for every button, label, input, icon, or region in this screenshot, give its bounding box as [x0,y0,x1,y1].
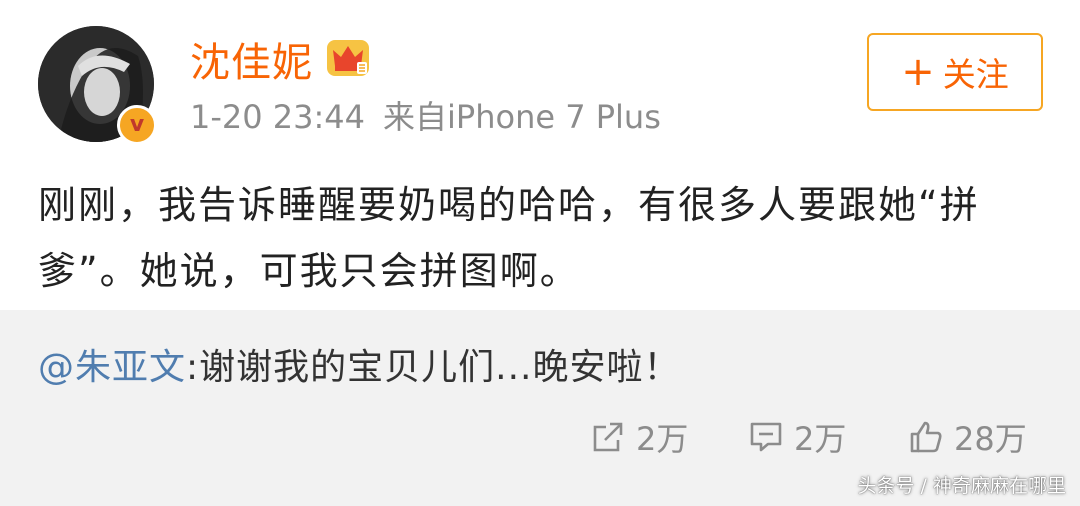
weibo-post: v 沈佳妮 1-20 23:44 来自iPhone 7 Plus + 关注 刚刚，… [0,0,1080,310]
crown-icon[interactable] [325,36,371,78]
follow-label: 关注 [942,55,1009,94]
repost-section[interactable]: @朱亚文:谢谢我的宝贝儿们...晚安啦！ 2万 2万 28万 头条号 / 神奇麻… [0,310,1080,506]
verified-badge: v [117,105,157,145]
forward-button[interactable]: 2万 [590,414,688,460]
post-source[interactable]: 来自iPhone 7 Plus [383,98,661,136]
forward-count: 2万 [636,420,689,458]
username[interactable]: 沈佳妮 [190,30,313,88]
repost-content: :谢谢我的宝贝儿们...晚安啦！ [186,347,681,388]
comment-button[interactable]: 2万 [748,414,846,460]
thumbs-up-icon [910,421,942,453]
post-time: 1-20 23:44 [190,98,366,136]
comment-count: 2万 [794,420,847,458]
forward-icon [593,422,623,452]
like-button[interactable]: 28万 [908,414,1027,460]
like-count: 28万 [954,420,1027,458]
follow-button[interactable]: + 关注 [867,33,1043,111]
watermark: 头条号 / 神奇麻麻在哪里 [857,475,1066,497]
post-meta: 1-20 23:44 来自iPhone 7 Plus [190,92,661,138]
comment-icon [750,422,782,452]
plus-icon: + [901,49,935,95]
post-text: 刚刚，我告诉睡醒要奶喝的哈哈，有很多人要跟她“拼爹”。她说，可我只会拼图啊。 [38,183,980,293]
repost-text: @朱亚文:谢谢我的宝贝儿们...晚安啦！ [38,338,680,390]
mention-link[interactable]: @朱亚文 [38,347,186,388]
